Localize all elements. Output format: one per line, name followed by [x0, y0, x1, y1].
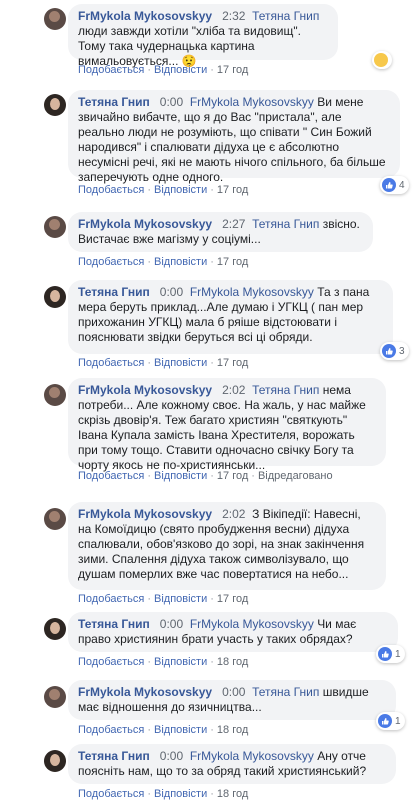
comment-actions: Подобається · Відповісти · 17 год	[78, 357, 249, 369]
comment-bubble: Тетяна Гнип 0:00 FrMykola Mykosovskyy Чи…	[68, 612, 398, 652]
comment-age[interactable]: 17 год	[217, 256, 248, 268]
comment-time: 0:00	[159, 617, 184, 631]
like-reaction-icon	[378, 647, 392, 661]
avatar[interactable]	[44, 216, 66, 238]
comment-author[interactable]: FrMykola Mykosovskyy	[78, 217, 212, 231]
comment-author[interactable]: FrMykola Mykosovskyy	[78, 9, 212, 23]
comment-bubble: FrMykola Mykosovskyy 0:00 Тетяна Гнип шв…	[68, 680, 396, 720]
comment-age[interactable]: 17 год	[217, 184, 248, 196]
like-link[interactable]: Подобається	[78, 357, 144, 369]
comment-actions: Подобається · Відповісти · 18 год	[78, 788, 249, 800]
comment-author[interactable]: Тетяна Гнип	[78, 617, 150, 631]
avatar[interactable]	[44, 384, 66, 406]
comment-time: 2:32	[222, 9, 246, 23]
like-link[interactable]: Подобається	[78, 593, 144, 605]
avatar[interactable]	[44, 508, 66, 530]
like-link[interactable]: Подобається	[78, 788, 144, 800]
reaction-badge[interactable]	[372, 51, 392, 69]
comment-bubble: Тетяна Гнип 0:00 FrMykola Mykosovskyy Та…	[68, 280, 393, 354]
reaction-badge[interactable]: 3	[380, 342, 409, 360]
like-link[interactable]: Подобається	[78, 656, 144, 668]
avatar[interactable]	[44, 618, 66, 640]
comment-thread: FrMykola Mykosovskyy 2:32 Тетяна Гнип лю…	[0, 0, 420, 805]
comment-age[interactable]: 17 год	[217, 593, 248, 605]
like-link[interactable]: Подобається	[78, 184, 144, 196]
reply-link[interactable]: Відповісти	[154, 256, 207, 268]
edited-label[interactable]: Відредаговано	[258, 470, 333, 482]
reaction-badge[interactable]: 1	[376, 645, 405, 663]
avatar[interactable]	[44, 686, 66, 708]
comment-bubble: Тетяна Гнип 0:00 FrMykola Mykosovskyy Ан…	[68, 744, 396, 784]
comment-time: 0:00	[159, 285, 184, 299]
like-reaction-icon	[382, 344, 396, 358]
comment-age[interactable]: 18 год	[217, 788, 248, 800]
reply-link[interactable]: Відповісти	[154, 656, 207, 668]
comment-actions: Подобається · Відповісти · 17 год	[78, 593, 249, 605]
reaction-badge[interactable]: 1	[376, 712, 405, 730]
reaction-count: 1	[395, 715, 401, 727]
reply-to-name[interactable]: Тетяна Гнип	[252, 685, 319, 699]
comment-age[interactable]: 17 год	[217, 470, 248, 482]
reply-to-name[interactable]: FrMykola Mykosovskyy	[190, 617, 314, 631]
reply-link[interactable]: Відповісти	[154, 593, 207, 605]
avatar[interactable]	[44, 94, 66, 116]
sad-reaction-icon	[374, 53, 388, 67]
reply-to-name[interactable]: FrMykola Mykosovskyy	[190, 95, 314, 109]
comment-time: 2:27	[222, 217, 246, 231]
reaction-badge[interactable]: 4	[380, 176, 409, 194]
comment-bubble: FrMykola Mykosovskyy 2:32 Тетяна Гнип лю…	[68, 4, 338, 68]
reply-link[interactable]: Відповісти	[154, 64, 207, 76]
reply-link[interactable]: Відповісти	[154, 724, 207, 736]
reply-to-name[interactable]: Тетяна Гнип	[252, 217, 319, 231]
reply-to-name[interactable]: Тетяна Гнип	[252, 9, 319, 23]
reaction-count: 4	[399, 179, 405, 191]
reply-link[interactable]: Відповісти	[154, 470, 207, 482]
reply-to-name[interactable]: FrMykola Mykosovskyy	[190, 749, 314, 763]
comment-actions: Подобається · Відповісти · 17 год	[78, 184, 249, 196]
reply-to-name[interactable]: FrMykola Mykosovskyy	[190, 285, 314, 299]
reaction-count: 1	[395, 648, 401, 660]
comment-time: 0:00	[159, 95, 184, 109]
comment-author[interactable]: Тетяна Гнип	[78, 95, 150, 109]
comment-bubble: FrMykola Mykosovskyy 2:02 З Вікіпедії: Н…	[68, 502, 386, 590]
comment-time: 2:02	[222, 383, 246, 397]
reaction-count: 3	[399, 345, 405, 357]
like-link[interactable]: Подобається	[78, 724, 144, 736]
comment-author[interactable]: FrMykola Mykosovskyy	[78, 507, 212, 521]
like-link[interactable]: Подобається	[78, 470, 144, 482]
like-link[interactable]: Подобається	[78, 256, 144, 268]
comment-actions: Подобається · Відповісти · 18 год	[78, 656, 249, 668]
avatar[interactable]	[44, 286, 66, 308]
comment-bubble: Тетяна Гнип 0:00 FrMykola Mykosovskyy Ви…	[68, 90, 400, 184]
like-reaction-icon	[382, 178, 396, 192]
comment-bubble: FrMykola Mykosovskyy 2:02 Тетяна Гнип не…	[68, 378, 386, 472]
comment-author[interactable]: Тетяна Гнип	[78, 285, 150, 299]
reply-link[interactable]: Відповісти	[154, 788, 207, 800]
comment-author[interactable]: FrMykola Mykosovskyy	[78, 383, 212, 397]
like-link[interactable]: Подобається	[78, 64, 144, 76]
comment-author[interactable]: FrMykola Mykosovskyy	[78, 685, 212, 699]
comment-actions: Подобається · Відповісти · 17 год	[78, 64, 249, 76]
comment-author[interactable]: Тетяна Гнип	[78, 749, 150, 763]
comment-age[interactable]: 18 год	[217, 724, 248, 736]
avatar[interactable]	[44, 750, 66, 772]
comment-actions: Подобається · Відповісти · 17 год	[78, 256, 249, 268]
comment-time: 0:00	[159, 749, 184, 763]
reply-link[interactable]: Відповісти	[154, 357, 207, 369]
comment-age[interactable]: 17 год	[217, 357, 248, 369]
like-reaction-icon	[378, 714, 392, 728]
comment-age[interactable]: 17 год	[217, 64, 248, 76]
comment-bubble: FrMykola Mykosovskyy 2:27 Тетяна Гнип зв…	[68, 212, 373, 252]
reply-link[interactable]: Відповісти	[154, 184, 207, 196]
reply-to-name[interactable]: Тетяна Гнип	[252, 383, 319, 397]
comment-age[interactable]: 18 год	[217, 656, 248, 668]
comment-actions: Подобається · Відповісти · 18 год	[78, 724, 249, 736]
avatar[interactable]	[44, 8, 66, 30]
comment-time: 2:02	[222, 507, 246, 521]
comment-time: 0:00	[222, 685, 246, 699]
comment-actions: Подобається · Відповісти · 17 год · Відредагов…	[78, 470, 333, 482]
